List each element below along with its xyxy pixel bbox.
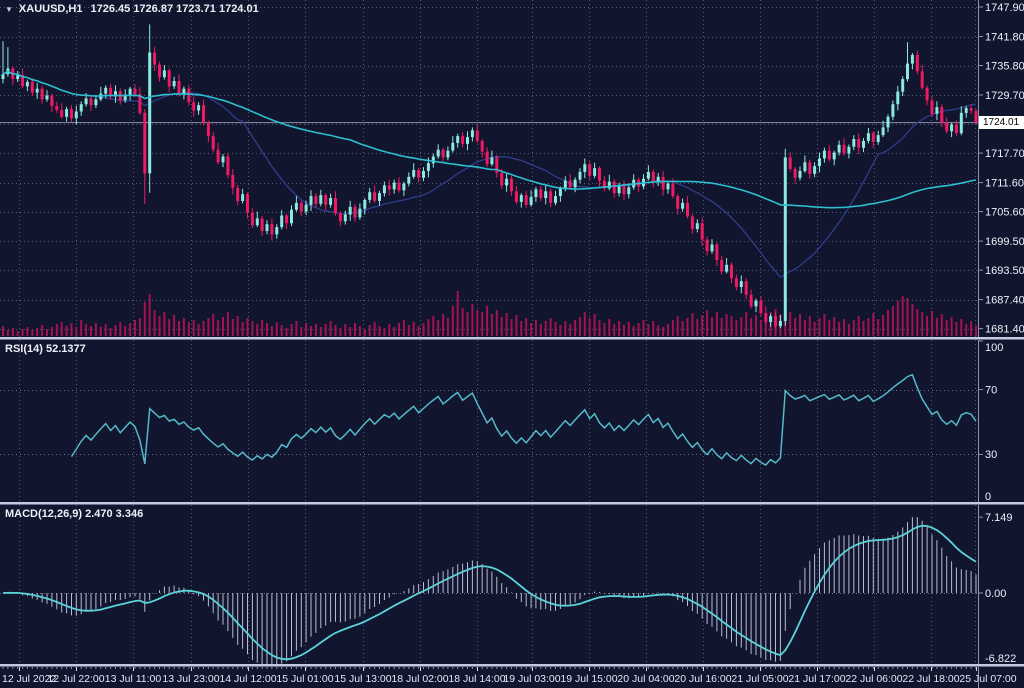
time-axis-label: 20 Jul 16:00	[674, 673, 731, 685]
time-axis-label: 14 Jul 12:00	[219, 673, 276, 685]
ohlc-readout: 1726.45 1726.87 1723.71 1724.01	[91, 3, 259, 15]
svg-text:1729.70: 1729.70	[985, 90, 1024, 102]
symbol-timeframe-label: XAUUSD,H1	[19, 3, 83, 15]
svg-text:1741.80: 1741.80	[985, 31, 1024, 43]
time-axis-label: 18 Jul 02:00	[391, 673, 448, 685]
time-axis-label: 19 Jul 03:00	[503, 673, 560, 685]
macd-chart[interactable]: 7.149 0.00 -6.822	[0, 505, 1024, 664]
svg-text:100: 100	[985, 342, 1003, 354]
time-axis-label: 13 Jul 11:00	[105, 673, 161, 685]
main-chart-pane: 1747.90 1741.80 1735.80 1729.70 1717.70 1711.…	[0, 0, 1024, 337]
time-axis-label: 22 Jul 06:00	[845, 673, 902, 685]
rsi-label: RSI(14) 52.1377	[5, 343, 86, 355]
time-axis-label: 25 Jul 07:00	[959, 673, 1016, 685]
svg-text:1693.50: 1693.50	[985, 265, 1024, 277]
time-axis-label: 19 Jul 15:00	[560, 673, 617, 685]
time-axis-label: 21 Jul 05:00	[731, 673, 788, 685]
time-axis-label: 15 Jul 13:00	[334, 673, 391, 685]
time-axis[interactable]: 12 Jul 202212 Jul 22:0013 Jul 11:0013 Ju…	[0, 667, 1024, 688]
time-axis-label: 18 Jul 14:00	[448, 673, 505, 685]
svg-text:-6.822: -6.822	[985, 653, 1016, 664]
chart-title: ▼ XAUUSD,H1 1726.45 1726.87 1723.71 1724…	[5, 3, 259, 15]
macd-indicator-pane: 7.149 0.00 -6.822 MACD(12,26,9) 2.470 3.34…	[0, 505, 1024, 664]
macd-label: MACD(12,26,9) 2.470 3.346	[5, 508, 143, 520]
svg-text:1717.70: 1717.70	[985, 148, 1024, 160]
svg-text:0: 0	[985, 491, 991, 502]
time-axis-label: 20 Jul 04:00	[617, 673, 674, 685]
svg-text:0.00: 0.00	[985, 588, 1006, 600]
time-axis-label: 15 Jul 01:00	[276, 673, 333, 685]
time-axis-label: 12 Jul 22:00	[47, 673, 104, 685]
time-axis-label: 22 Jul 18:00	[902, 673, 959, 685]
svg-text:1747.90: 1747.90	[985, 2, 1024, 14]
svg-text:1699.50: 1699.50	[985, 236, 1024, 248]
current-price-badge: 1724.01	[979, 116, 1024, 129]
symbol-dropdown-icon[interactable]: ▼	[5, 5, 13, 14]
rsi-chart[interactable]: 100 70 30 0	[0, 340, 1024, 502]
rsi-indicator-pane: 100 70 30 0 RSI(14) 52.1377	[0, 340, 1024, 502]
svg-text:7.149: 7.149	[985, 512, 1013, 524]
svg-text:1705.60: 1705.60	[985, 206, 1024, 218]
trading-terminal-window: 1747.90 1741.80 1735.80 1729.70 1717.70 1711.…	[0, 0, 1024, 688]
svg-text:1711.60: 1711.60	[985, 177, 1024, 189]
svg-text:1681.40: 1681.40	[985, 323, 1024, 335]
svg-text:1687.40: 1687.40	[985, 294, 1024, 306]
svg-text:30: 30	[985, 449, 997, 461]
svg-text:1735.80: 1735.80	[985, 60, 1024, 72]
time-axis-label: 13 Jul 23:00	[162, 673, 219, 685]
time-axis-label: 21 Jul 17:00	[788, 673, 845, 685]
svg-text:70: 70	[985, 384, 997, 396]
candlestick-chart[interactable]: 1747.90 1741.80 1735.80 1729.70 1717.70 1711.…	[0, 0, 1024, 337]
